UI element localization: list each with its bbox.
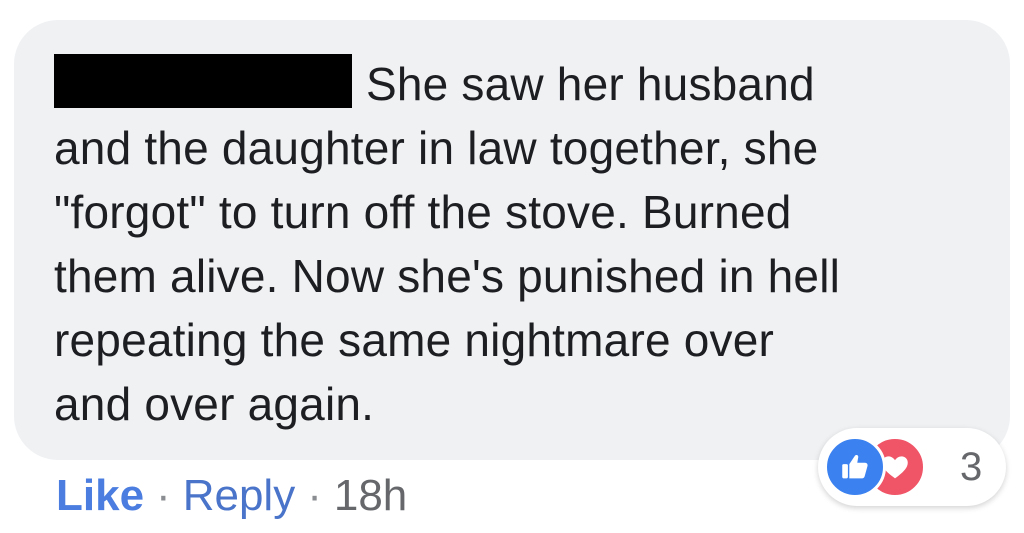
comment-text-line-2: and the daughter in law together, she: [54, 122, 819, 174]
separator-dot: ·: [307, 471, 322, 520]
comment-text-line-3: "forgot" to turn off the stove. Burned: [54, 186, 792, 238]
comment-text-line-5: repeating the same nightmare over: [54, 314, 775, 366]
comment-body: She saw her husband and the daughter in …: [54, 52, 984, 436]
comment-actions: Like · Reply · 18h: [56, 468, 407, 524]
comment-timestamp[interactable]: 18h: [334, 471, 407, 520]
like-button[interactable]: Like: [56, 471, 144, 520]
reaction-count: 3: [960, 445, 983, 489]
thumbs-up-icon: [842, 454, 868, 479]
separator-dot: ·: [156, 471, 171, 520]
comment-text-line-1: She saw her husband: [366, 58, 815, 110]
like-reaction-icon: [824, 436, 886, 498]
comment-text-line-4: them alive. Now she's punished in hell: [54, 250, 841, 302]
comment-screenshot: She saw her husband and the daughter in …: [0, 0, 1024, 533]
comment-text-line-6: and over again.: [54, 378, 375, 430]
comment-line: She saw her husband: [54, 52, 984, 116]
reply-button[interactable]: Reply: [183, 471, 296, 520]
redacted-author-name[interactable]: [54, 54, 352, 108]
reactions-summary[interactable]: 3: [818, 428, 1006, 506]
